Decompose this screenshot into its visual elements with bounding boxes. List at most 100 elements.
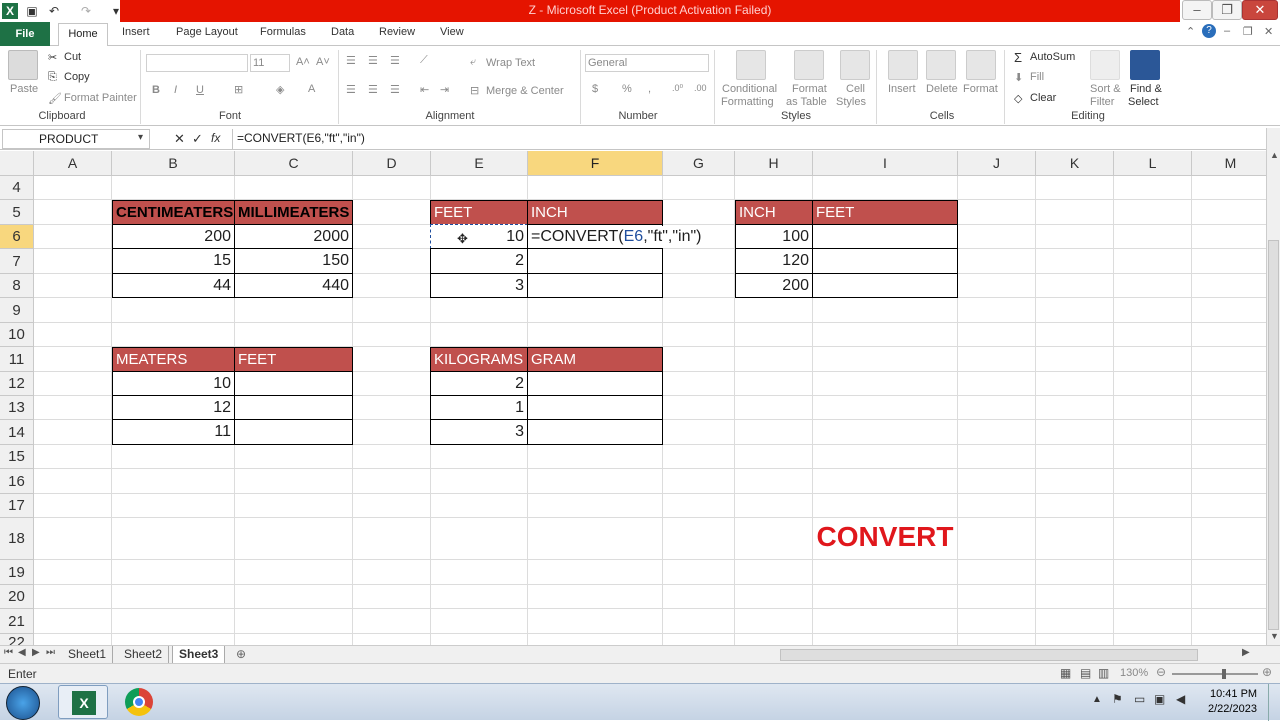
row-header-8[interactable]: 8 [0,274,34,298]
align-bottom-icon[interactable]: ☰ [390,54,400,67]
percent-button[interactable]: % [622,83,632,95]
row-header-10[interactable]: 10 [0,323,34,347]
italic-button[interactable]: I [174,84,177,96]
table-cell[interactable] [812,273,958,298]
grow-font-icon[interactable]: A˄ [296,56,310,68]
table-header-millimeters[interactable]: MILLIMEATERS [234,200,353,225]
column-header-d[interactable]: D [353,151,431,176]
clear-button[interactable]: Clear [1030,92,1056,104]
delete-cells-icon[interactable] [926,50,956,80]
shrink-font-icon[interactable]: A˅ [316,56,330,68]
row-header-18[interactable]: 18 [0,518,34,560]
row-header-9[interactable]: 9 [0,298,34,323]
autosum-icon[interactable]: Σ [1014,50,1022,65]
currency-button[interactable]: $ [592,83,598,95]
table-cell[interactable]: 15 [112,248,235,274]
font-name-select[interactable] [146,54,248,72]
row-header-15[interactable]: 15 [0,445,34,469]
table-header-meters[interactable]: MEATERS [112,347,235,372]
align-top-icon[interactable]: ☰ [346,54,356,67]
orientation-icon[interactable]: ⟋ [420,54,428,67]
table-cell[interactable] [527,273,663,298]
column-header-a[interactable]: A [34,151,112,176]
table-cell[interactable] [527,248,663,274]
paste-icon[interactable] [8,50,38,80]
conditional-formatting-icon[interactable] [736,50,766,80]
table-cell[interactable]: 12 [112,395,235,420]
clock-time[interactable]: 10:41 PM [1210,688,1257,700]
fill-icon[interactable]: ⬇ [1014,71,1023,84]
zoom-out-icon[interactable]: ⊖ [1156,665,1166,679]
align-middle-icon[interactable]: ☰ [368,54,378,67]
zoom-level[interactable]: 130% [1120,667,1148,679]
table-cell[interactable]: 44 [112,273,235,298]
row-header-21[interactable]: 21 [0,609,34,634]
table-cell-e6-referenced[interactable]: 10 [430,224,528,249]
sort-filter-icon[interactable] [1090,50,1120,80]
scroll-up-icon[interactable]: ▲ [1270,150,1279,160]
row-header-12[interactable]: 12 [0,372,34,396]
cancel-entry-button[interactable]: ✕ [174,131,185,147]
zoom-in-icon[interactable]: ⊕ [1262,665,1272,679]
page-layout-view-icon[interactable]: ▤ [1080,666,1091,680]
table-cell[interactable] [234,371,353,396]
row-header-17[interactable]: 17 [0,494,34,518]
table-cell[interactable] [812,248,958,274]
font-color-icon[interactable]: A [308,83,315,95]
decrease-decimal-icon[interactable]: .00 [694,83,707,93]
find-select-button-line2[interactable]: Select [1128,96,1159,108]
align-center-icon[interactable]: ☰ [368,83,378,96]
minimize-button[interactable]: – [1182,0,1212,20]
undo-icon[interactable]: ↶ [46,3,62,19]
table-cell[interactable]: 2 [430,248,528,274]
redo-icon[interactable]: ↷ [78,3,94,19]
column-header-c[interactable]: C [235,151,353,176]
copy-button[interactable]: Copy [64,71,90,83]
workbook-minimize-icon[interactable]: – [1224,25,1230,37]
row-header-22[interactable]: 22 [0,634,34,645]
cell-styles-icon[interactable] [840,50,870,80]
save-icon[interactable]: ▣ [24,3,40,19]
merge-center-button[interactable]: Merge & Center [486,85,564,97]
format-cells-icon[interactable] [966,50,996,80]
column-header-j[interactable]: J [958,151,1036,176]
row-header-13[interactable]: 13 [0,396,34,420]
in-cell-formula-editor[interactable]: =CONVERT(E6,"ft","in") [529,226,707,248]
table-header-feet[interactable]: FEET [812,200,958,225]
column-header-i[interactable]: I [813,151,958,176]
delete-cells-button[interactable]: Delete [926,83,958,95]
convert-title[interactable]: CONVERT [812,521,958,553]
clear-icon[interactable]: ◇ [1014,92,1022,105]
fill-color-icon[interactable]: ◈ [276,83,284,96]
table-cell[interactable]: 10 [112,371,235,396]
borders-icon[interactable]: ⊞ [234,83,243,96]
format-painter-icon[interactable]: 🖌 [48,92,62,105]
paste-button[interactable]: Paste [10,83,38,95]
row-header-7[interactable]: 7 [0,249,34,274]
minimize-ribbon-icon[interactable]: ⌃ [1186,25,1195,38]
clock-date[interactable]: 2/22/2023 [1208,703,1257,715]
show-desktop-button[interactable] [1268,684,1280,721]
table-cell[interactable] [812,224,958,249]
row-header-19[interactable]: 19 [0,560,34,585]
taskbar-excel-button[interactable]: X [58,685,108,719]
tab-file[interactable]: File [0,22,50,46]
workbook-close-icon[interactable]: ✕ [1264,25,1273,38]
conditional-formatting-button[interactable]: Conditional [722,83,777,95]
scroll-right-icon[interactable]: ▶ [1242,647,1250,658]
table-cell[interactable] [527,371,663,396]
format-as-table-icon[interactable] [794,50,824,80]
format-as-table-button-line2[interactable]: as Table [786,96,827,108]
sheet-tab-sheet1[interactable]: Sheet1 [62,646,114,663]
copy-icon[interactable]: ⎘ [48,71,57,84]
table-cell[interactable]: 1 [430,395,528,420]
select-all-corner[interactable] [0,151,34,176]
prev-sheet-icon[interactable]: ◀ [18,647,26,658]
increase-indent-icon[interactable]: ⇥ [440,83,449,96]
name-box[interactable]: PRODUCT [2,129,150,149]
close-button[interactable]: ✕ [1242,0,1278,20]
action-center-icon[interactable]: ⚑ [1112,692,1123,706]
row-header-11[interactable]: 11 [0,347,34,372]
tab-home[interactable]: Home [58,23,108,47]
table-cell[interactable] [527,395,663,420]
